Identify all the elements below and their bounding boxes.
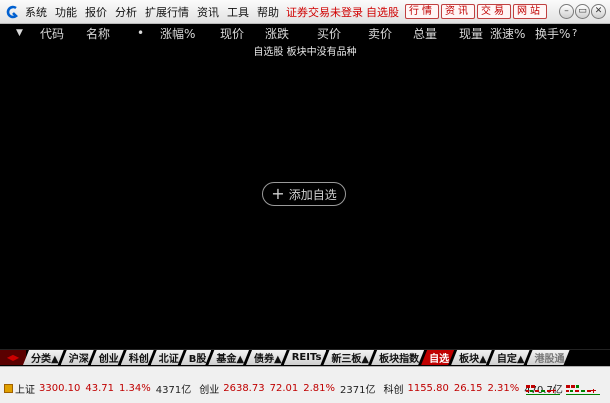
cy-index-name[interactable]: 创业 <box>199 381 219 396</box>
cy-index-change: 72.01 <box>269 383 299 394</box>
cy-index-pct: 2.81% <box>303 383 336 394</box>
app-logo-icon <box>3 3 21 21</box>
trade-login-status-link[interactable]: 证券交易未登录 <box>286 4 363 20</box>
column-menu-arrow-icon[interactable]: ▼ <box>16 28 23 38</box>
close-icon[interactable]: ✕ <box>591 4 606 19</box>
kc-index-name[interactable]: 科创 <box>383 381 403 396</box>
sh-index-amount: 4371亿 <box>155 385 192 396</box>
column-current-volume[interactable]: 现量 <box>459 25 483 42</box>
tab-sector-index[interactable]: 板块指数 <box>371 350 424 365</box>
kc-index-pct: 2.31% <box>487 383 520 394</box>
quick-buttons: 行情 资讯 交易 网站 <box>403 4 547 19</box>
column-bid[interactable]: 买价 <box>317 25 341 42</box>
menu-quote[interactable]: 报价 <box>85 4 107 20</box>
market-status-icon <box>4 384 13 393</box>
sh-index-pct: 1.34% <box>119 383 151 394</box>
watchlist-link[interactable]: 自选股 <box>366 4 399 20</box>
menu-tools[interactable]: 工具 <box>227 4 249 20</box>
menu-extended-quotes[interactable]: 扩展行情 <box>145 4 189 20</box>
tab-funds[interactable]: 基金▲ <box>208 350 249 365</box>
kc-index-price: 1155.80 <box>407 383 449 394</box>
sh-index-name[interactable]: 上证 <box>15 381 35 396</box>
tab-neeq[interactable]: 新三板▲ <box>323 350 374 365</box>
tab-reits[interactable]: REITs <box>284 350 327 365</box>
menu-bar: 系统 功能 报价 分析 扩展行情 资讯 工具 帮助 证券交易未登录 自选股 行情… <box>0 0 610 24</box>
tab-category[interactable]: 分类▲ <box>23 350 64 365</box>
menu-function[interactable]: 功能 <box>55 4 77 20</box>
tab-shanghai-shenzhen[interactable]: 沪深 <box>61 350 94 365</box>
column-dot: • <box>137 26 145 40</box>
tab-chinext[interactable]: 创业 <box>91 350 124 365</box>
tab-sectors[interactable]: 板块▲ <box>451 350 492 365</box>
index-status-bar: 上证 3300.10 43.71 1.34% 4371亿 创业 2638.73 … <box>0 366 610 403</box>
menu-system[interactable]: 系统 <box>25 4 47 20</box>
sh-index-price: 3300.10 <box>39 383 81 394</box>
add-watchlist-label: 添加自选 <box>288 187 337 202</box>
news-button[interactable]: 资讯 <box>441 4 475 19</box>
menu-help[interactable]: 帮助 <box>257 4 279 20</box>
column-name[interactable]: 名称 <box>86 25 110 42</box>
column-turnover[interactable]: 换手% <box>535 25 570 42</box>
cy-index-amount: 2371亿 <box>340 385 376 396</box>
tab-bonds[interactable]: 债券▲ <box>246 350 287 365</box>
market-breadth-bars-icon[interactable] <box>526 385 560 397</box>
kc-index-change: 26.15 <box>453 383 483 394</box>
tab-watchlist[interactable]: 自选 <box>421 350 454 365</box>
tab-star-market[interactable]: 科创 <box>121 350 154 365</box>
sh-index-change: 43.71 <box>85 383 114 394</box>
tab-b-shares[interactable]: B股 <box>181 350 212 365</box>
tab-custom[interactable]: 自定▲ <box>489 350 530 365</box>
column-change[interactable]: 涨跌 <box>265 25 289 42</box>
trade-button[interactable]: 交易 <box>477 4 511 19</box>
menu-news[interactable]: 资讯 <box>197 4 219 20</box>
website-button[interactable]: 网站 <box>513 4 547 19</box>
quotes-button[interactable]: 行情 <box>405 4 439 19</box>
window-controls: – ▭ ✕ <box>558 4 606 19</box>
tab-stock-connect[interactable]: 港股通 <box>527 350 570 365</box>
cy-index-price: 2638.73 <box>223 383 265 394</box>
plus-icon: + <box>271 184 285 203</box>
column-speed[interactable]: 涨速% <box>490 25 525 42</box>
empty-watchlist-message: 自选股 板块中没有品种 <box>253 47 357 58</box>
market-breadth-bars-icon-2[interactable] <box>566 385 600 397</box>
column-header: ▼ 代码 名称 • 涨幅% 现价 涨跌 买价 卖价 总量 现量 涨速% 换手% … <box>0 24 610 42</box>
column-help-icon[interactable]: ? <box>572 28 577 39</box>
tab-scroll-arrows-icon[interactable]: ◀▶ <box>0 350 26 365</box>
column-price[interactable]: 现价 <box>220 25 244 42</box>
menu-analysis[interactable]: 分析 <box>115 4 137 20</box>
tab-beijing[interactable]: 北证 <box>151 350 184 365</box>
column-change-pct[interactable]: 涨幅% <box>160 25 195 42</box>
column-volume[interactable]: 总量 <box>413 25 437 42</box>
add-watchlist-button[interactable]: + 添加自选 <box>262 182 346 206</box>
minimize-icon[interactable]: – <box>559 4 574 19</box>
column-code[interactable]: 代码 <box>40 25 64 42</box>
restore-icon[interactable]: ▭ <box>575 4 590 19</box>
column-ask[interactable]: 卖价 <box>368 25 392 42</box>
market-tab-bar: ◀▶ 分类▲ 沪深 创业 科创 北证 B股 基金▲ 债券▲ REITs 新三板▲… <box>0 349 610 365</box>
